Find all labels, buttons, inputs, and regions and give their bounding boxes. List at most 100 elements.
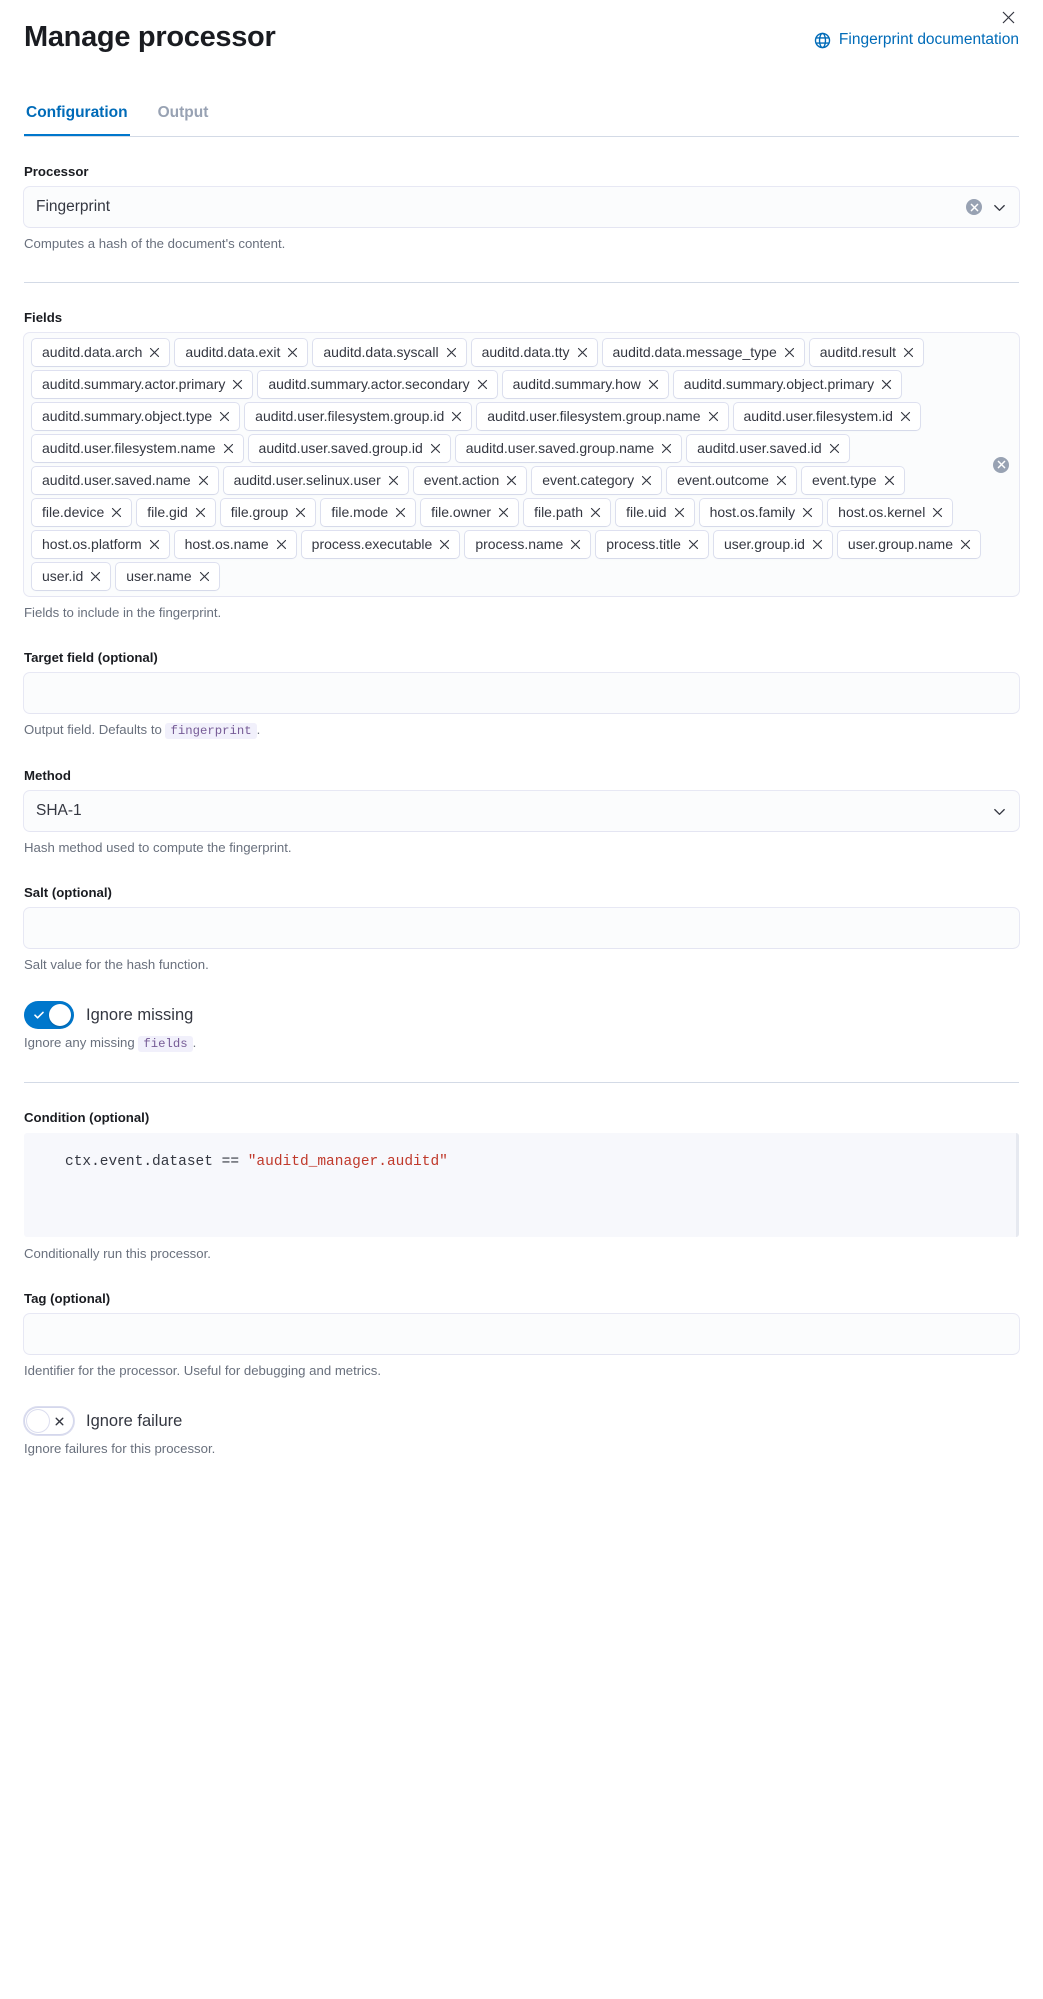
remove-field-icon[interactable] bbox=[881, 379, 892, 390]
chevron-down-icon[interactable] bbox=[992, 804, 1007, 819]
remove-field-icon[interactable] bbox=[776, 475, 787, 486]
target-field-input[interactable] bbox=[24, 673, 1019, 713]
field-badge[interactable]: file.path bbox=[524, 499, 611, 526]
field-badge[interactable]: auditd.summary.object.type bbox=[32, 403, 240, 430]
remove-field-icon[interactable] bbox=[590, 507, 601, 518]
field-badge[interactable]: process.executable bbox=[301, 531, 460, 558]
remove-field-icon[interactable] bbox=[884, 475, 895, 486]
field-badge[interactable]: auditd.user.filesystem.id bbox=[733, 403, 920, 430]
remove-field-icon[interactable] bbox=[295, 507, 306, 518]
field-badge[interactable]: user.group.id bbox=[713, 531, 832, 558]
field-badge[interactable]: auditd.data.message_type bbox=[602, 339, 804, 366]
field-badge[interactable]: auditd.summary.how bbox=[502, 371, 668, 398]
remove-field-icon[interactable] bbox=[388, 475, 399, 486]
field-badge[interactable]: auditd.user.filesystem.name bbox=[32, 435, 243, 462]
remove-field-icon[interactable] bbox=[641, 475, 652, 486]
field-badge[interactable]: auditd.summary.object.primary bbox=[673, 371, 902, 398]
field-badge[interactable]: user.name bbox=[116, 563, 219, 590]
chevron-down-icon[interactable] bbox=[992, 200, 1007, 215]
remove-field-icon[interactable] bbox=[570, 539, 581, 550]
fields-combo-box[interactable]: auditd.data.arch auditd.data.exit auditd.d… bbox=[24, 333, 1019, 596]
field-badge[interactable]: host.os.name bbox=[174, 531, 296, 558]
code-editor-scrollbar[interactable] bbox=[1016, 1133, 1019, 1237]
field-badge[interactable]: user.id bbox=[32, 563, 111, 590]
remove-field-icon[interactable] bbox=[812, 539, 823, 550]
remove-field-icon[interactable] bbox=[661, 443, 672, 454]
remove-field-icon[interactable] bbox=[199, 571, 210, 582]
processor-select[interactable]: Fingerprint bbox=[24, 187, 1019, 227]
remove-field-icon[interactable] bbox=[648, 379, 659, 390]
field-badge[interactable]: auditd.result bbox=[809, 339, 924, 366]
remove-field-icon[interactable] bbox=[90, 571, 101, 582]
field-badge[interactable]: auditd.summary.actor.secondary bbox=[258, 371, 497, 398]
documentation-link[interactable]: Fingerprint documentation bbox=[814, 28, 1019, 52]
field-badge[interactable]: auditd.data.syscall bbox=[313, 339, 466, 366]
tab-configuration[interactable]: Configuration bbox=[24, 100, 130, 136]
field-badge[interactable]: process.name bbox=[465, 531, 591, 558]
clear-circle-icon[interactable] bbox=[966, 199, 982, 215]
remove-field-icon[interactable] bbox=[577, 347, 588, 358]
remove-field-icon[interactable] bbox=[477, 379, 488, 390]
field-badge[interactable]: file.mode bbox=[321, 499, 416, 526]
field-badge[interactable]: file.gid bbox=[137, 499, 215, 526]
field-badge[interactable]: host.os.kernel bbox=[828, 499, 953, 526]
field-badge[interactable]: auditd.user.saved.name bbox=[32, 467, 218, 494]
remove-field-icon[interactable] bbox=[219, 411, 230, 422]
remove-field-icon[interactable] bbox=[149, 539, 160, 550]
remove-field-icon[interactable] bbox=[674, 507, 685, 518]
remove-field-icon[interactable] bbox=[276, 539, 287, 550]
remove-field-icon[interactable] bbox=[446, 347, 457, 358]
field-badge[interactable]: file.owner bbox=[421, 499, 519, 526]
remove-field-icon[interactable] bbox=[932, 507, 943, 518]
remove-field-icon[interactable] bbox=[498, 507, 509, 518]
field-badge[interactable]: auditd.user.filesystem.group.name bbox=[477, 403, 728, 430]
tag-input[interactable] bbox=[24, 1314, 1019, 1354]
ignore-missing-toggle[interactable] bbox=[24, 1001, 74, 1029]
field-badge[interactable]: host.os.family bbox=[699, 499, 823, 526]
remove-field-icon[interactable] bbox=[287, 347, 298, 358]
remove-field-icon[interactable] bbox=[439, 539, 450, 550]
remove-field-icon[interactable] bbox=[784, 347, 795, 358]
close-icon[interactable] bbox=[995, 4, 1021, 30]
remove-field-icon[interactable] bbox=[223, 443, 234, 454]
field-badge[interactable]: auditd.user.saved.group.id bbox=[248, 435, 450, 462]
field-badge[interactable]: file.uid bbox=[616, 499, 694, 526]
field-badge[interactable]: file.device bbox=[32, 499, 132, 526]
field-badge[interactable]: event.category bbox=[532, 467, 662, 494]
remove-field-icon[interactable] bbox=[395, 507, 406, 518]
field-badge[interactable]: event.type bbox=[801, 467, 904, 494]
remove-field-icon[interactable] bbox=[232, 379, 243, 390]
field-badge[interactable]: event.outcome bbox=[667, 467, 796, 494]
method-select[interactable]: SHA-1 bbox=[24, 791, 1019, 831]
field-badge[interactable]: file.group bbox=[220, 499, 316, 526]
field-badge[interactable]: auditd.summary.actor.primary bbox=[32, 371, 253, 398]
remove-field-icon[interactable] bbox=[198, 475, 209, 486]
field-badge[interactable]: auditd.data.tty bbox=[471, 339, 597, 366]
remove-field-icon[interactable] bbox=[430, 443, 441, 454]
remove-field-icon[interactable] bbox=[900, 411, 911, 422]
remove-field-icon[interactable] bbox=[149, 347, 160, 358]
remove-field-icon[interactable] bbox=[111, 507, 122, 518]
field-badge[interactable]: auditd.user.selinux.user bbox=[223, 467, 408, 494]
remove-field-icon[interactable] bbox=[829, 443, 840, 454]
ignore-failure-toggle[interactable] bbox=[24, 1407, 74, 1435]
field-badge[interactable]: auditd.user.saved.id bbox=[687, 435, 849, 462]
field-badge[interactable]: auditd.user.filesystem.group.id bbox=[245, 403, 472, 430]
tab-output[interactable]: Output bbox=[156, 100, 211, 136]
condition-code-editor[interactable]: ctx.event.dataset == "auditd_manager.aud… bbox=[24, 1133, 1019, 1237]
remove-field-icon[interactable] bbox=[451, 411, 462, 422]
remove-field-icon[interactable] bbox=[708, 411, 719, 422]
remove-field-icon[interactable] bbox=[960, 539, 971, 550]
remove-field-icon[interactable] bbox=[802, 507, 813, 518]
field-badge[interactable]: auditd.data.arch bbox=[32, 339, 170, 366]
remove-field-icon[interactable] bbox=[506, 475, 517, 486]
field-badge[interactable]: user.group.name bbox=[837, 531, 980, 558]
field-badge[interactable]: host.os.platform bbox=[32, 531, 169, 558]
remove-field-icon[interactable] bbox=[195, 507, 206, 518]
remove-field-icon[interactable] bbox=[903, 347, 914, 358]
field-badge[interactable]: event.action bbox=[413, 467, 527, 494]
field-badge[interactable]: auditd.user.saved.group.name bbox=[455, 435, 682, 462]
field-badge[interactable]: process.title bbox=[596, 531, 708, 558]
fields-clear-circle-icon[interactable] bbox=[993, 456, 1009, 473]
field-badge[interactable]: auditd.data.exit bbox=[175, 339, 308, 366]
